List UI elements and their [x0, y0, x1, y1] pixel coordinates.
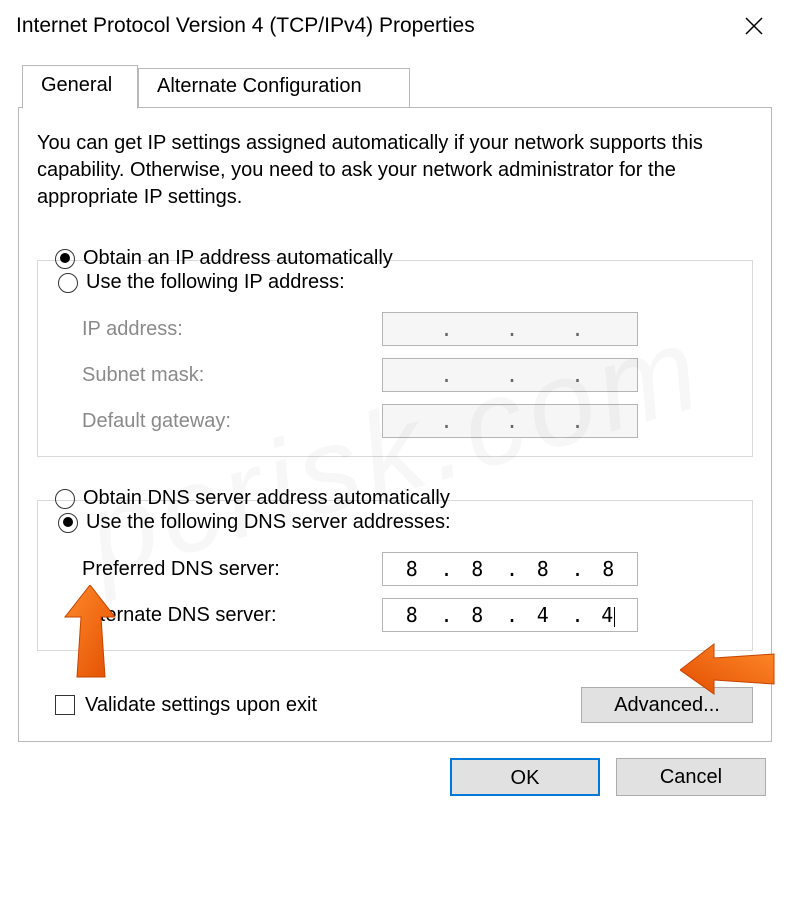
intro-text: You can get IP settings assigned automat…	[37, 130, 753, 211]
ok-button[interactable]: OK	[450, 758, 600, 796]
field-label: IP address:	[82, 318, 382, 341]
radio-icon	[58, 513, 78, 533]
subnet-mask-input: . . .	[382, 358, 638, 392]
gateway-input: . . .	[382, 404, 638, 438]
field-default-gateway: Default gateway: . . .	[54, 398, 736, 444]
text-caret	[614, 607, 615, 627]
radio-label: Obtain DNS server address automatically	[83, 487, 450, 510]
window-title: Internet Protocol Version 4 (TCP/IPv4) P…	[16, 14, 734, 38]
cancel-button[interactable]: Cancel	[616, 758, 766, 796]
radio-icon	[58, 273, 78, 293]
field-alternate-dns: Alternate DNS server: 8. 8. 4. 4	[54, 592, 736, 638]
radio-icon	[55, 489, 75, 509]
tab-strip: General Alternate Configuration	[18, 64, 772, 108]
validate-row: Validate settings upon exit Advanced...	[37, 679, 753, 723]
field-ip-address: IP address: . . .	[54, 306, 736, 352]
tab-alternate-configuration[interactable]: Alternate Configuration	[138, 68, 410, 108]
ip-address-input: . . .	[382, 312, 638, 346]
ip-manual-fieldset: Use the following IP address: IP address…	[37, 260, 753, 457]
dialog-footer: OK Cancel	[0, 742, 790, 796]
ip-settings-group: Obtain an IP address automatically Use t…	[37, 245, 753, 457]
validate-checkbox[interactable]	[55, 695, 75, 715]
tab-general[interactable]: General	[22, 65, 138, 109]
radio-label: Use the following IP address:	[86, 271, 345, 294]
radio-label: Use the following DNS server addresses:	[86, 511, 451, 534]
title-bar: Internet Protocol Version 4 (TCP/IPv4) P…	[0, 0, 790, 52]
field-label: Preferred DNS server:	[82, 558, 382, 581]
field-subnet-mask: Subnet mask: . . .	[54, 352, 736, 398]
field-label: Default gateway:	[82, 410, 382, 433]
advanced-button[interactable]: Advanced...	[581, 687, 753, 723]
dns-manual-fieldset: Use the following DNS server addresses: …	[37, 500, 753, 651]
field-label: Alternate DNS server:	[82, 604, 382, 627]
dns-settings-group: Obtain DNS server address automatically …	[37, 485, 753, 651]
close-button[interactable]	[734, 17, 774, 35]
alternate-dns-input[interactable]: 8. 8. 4. 4	[382, 598, 638, 632]
field-label: Subnet mask:	[82, 364, 382, 387]
field-preferred-dns: Preferred DNS server: 8. 8. 8. 8	[54, 546, 736, 592]
radio-use-dns[interactable]: Use the following DNS server addresses:	[54, 509, 736, 538]
validate-label: Validate settings upon exit	[85, 694, 317, 717]
radio-label: Obtain an IP address automatically	[83, 247, 393, 270]
radio-use-ip[interactable]: Use the following IP address:	[54, 269, 736, 298]
radio-icon	[55, 249, 75, 269]
panel-general: You can get IP settings assigned automat…	[18, 108, 772, 742]
close-icon	[745, 17, 763, 35]
preferred-dns-input[interactable]: 8. 8. 8. 8	[382, 552, 638, 586]
